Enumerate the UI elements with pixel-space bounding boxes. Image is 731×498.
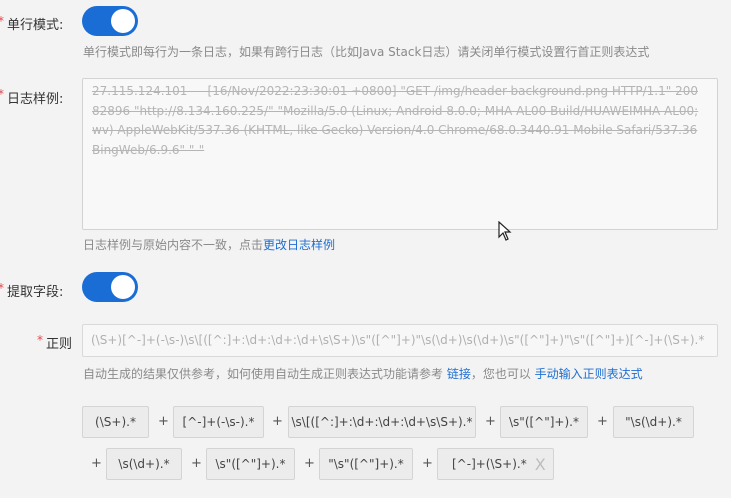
required-mark: * — [0, 281, 4, 295]
remove-chip-icon[interactable]: X — [535, 455, 546, 474]
plus-sign: + — [597, 414, 608, 429]
regex-chip[interactable]: "\s(\d+).* — [613, 406, 694, 438]
regex-hint-middle: ，您也可以 — [470, 367, 535, 381]
log-sample-textarea[interactable]: 27.115.124.101 - - [16/Nov/2022:23:30:01… — [82, 78, 718, 230]
single-line-toggle[interactable] — [82, 6, 138, 36]
plus-sign: + — [191, 456, 202, 471]
plus-sign: + — [272, 414, 283, 429]
change-sample-link[interactable]: 更改日志样例 — [263, 238, 335, 252]
toggle-knob — [111, 9, 135, 33]
regex-hint-text: 自动生成的结果仅供参考，如何使用自动生成正则表达式功能请参考 — [83, 367, 447, 381]
reference-link[interactable]: 链接 — [447, 367, 471, 381]
required-mark: * — [0, 14, 4, 28]
regex-chip-last[interactable]: [^-]+(\S+).* X — [437, 448, 554, 480]
required-mark: * — [0, 87, 4, 101]
regex-hint: 自动生成的结果仅供参考，如何使用自动生成正则表达式功能请参考 链接，您也可以 手… — [83, 365, 643, 382]
regex-chip[interactable]: \s\[([^:]+:\d+:\d+:\d+\s\S+).* — [288, 406, 476, 438]
log-sample-label: 日志样例: — [7, 92, 64, 107]
plus-sign: + — [304, 456, 315, 471]
regex-chip[interactable]: \s(\d+).* — [106, 448, 182, 480]
regex-input[interactable]: (\S+)[^-]+(-\s-)\s\[([^:]+:\d+:\d+:\d+\s… — [82, 324, 718, 357]
regex-chip[interactable]: "\s"([^"]+).* — [319, 448, 413, 480]
regex-chip[interactable]: [^-]+(-\s-).* — [173, 406, 264, 438]
extract-fields-toggle[interactable] — [82, 272, 138, 302]
regex-chip[interactable]: (\S+).* — [82, 406, 149, 438]
single-line-hint: 单行模式即每行为一条日志，如果有跨行日志（比如Java Stack日志）请关闭单… — [83, 45, 650, 59]
extract-fields-label: 提取字段: — [7, 285, 64, 300]
regex-chip[interactable]: \s"([^"]+).* — [206, 448, 295, 480]
regex-chip-text: [^-]+(\S+).* — [452, 457, 527, 471]
plus-sign: + — [422, 456, 433, 471]
regex-chip[interactable]: \s"([^"]+).* — [500, 406, 588, 438]
regex-label: 正则 — [46, 337, 73, 352]
log-sample-text: 27.115.124.101 - - [16/Nov/2022:23:30:01… — [92, 84, 699, 157]
plus-sign: + — [91, 456, 102, 471]
required-mark: * — [37, 333, 43, 347]
plus-sign: + — [158, 414, 169, 429]
manual-regex-link[interactable]: 手动输入正则表达式 — [535, 367, 643, 381]
log-sample-hint: 日志样例与原始内容不一致，点击更改日志样例 — [83, 236, 335, 253]
log-sample-hint-text: 日志样例与原始内容不一致，点击 — [83, 238, 264, 252]
plus-sign: + — [485, 414, 496, 429]
single-line-label: 单行模式: — [7, 18, 64, 33]
toggle-knob — [111, 275, 135, 299]
mouse-cursor-icon — [498, 221, 512, 241]
